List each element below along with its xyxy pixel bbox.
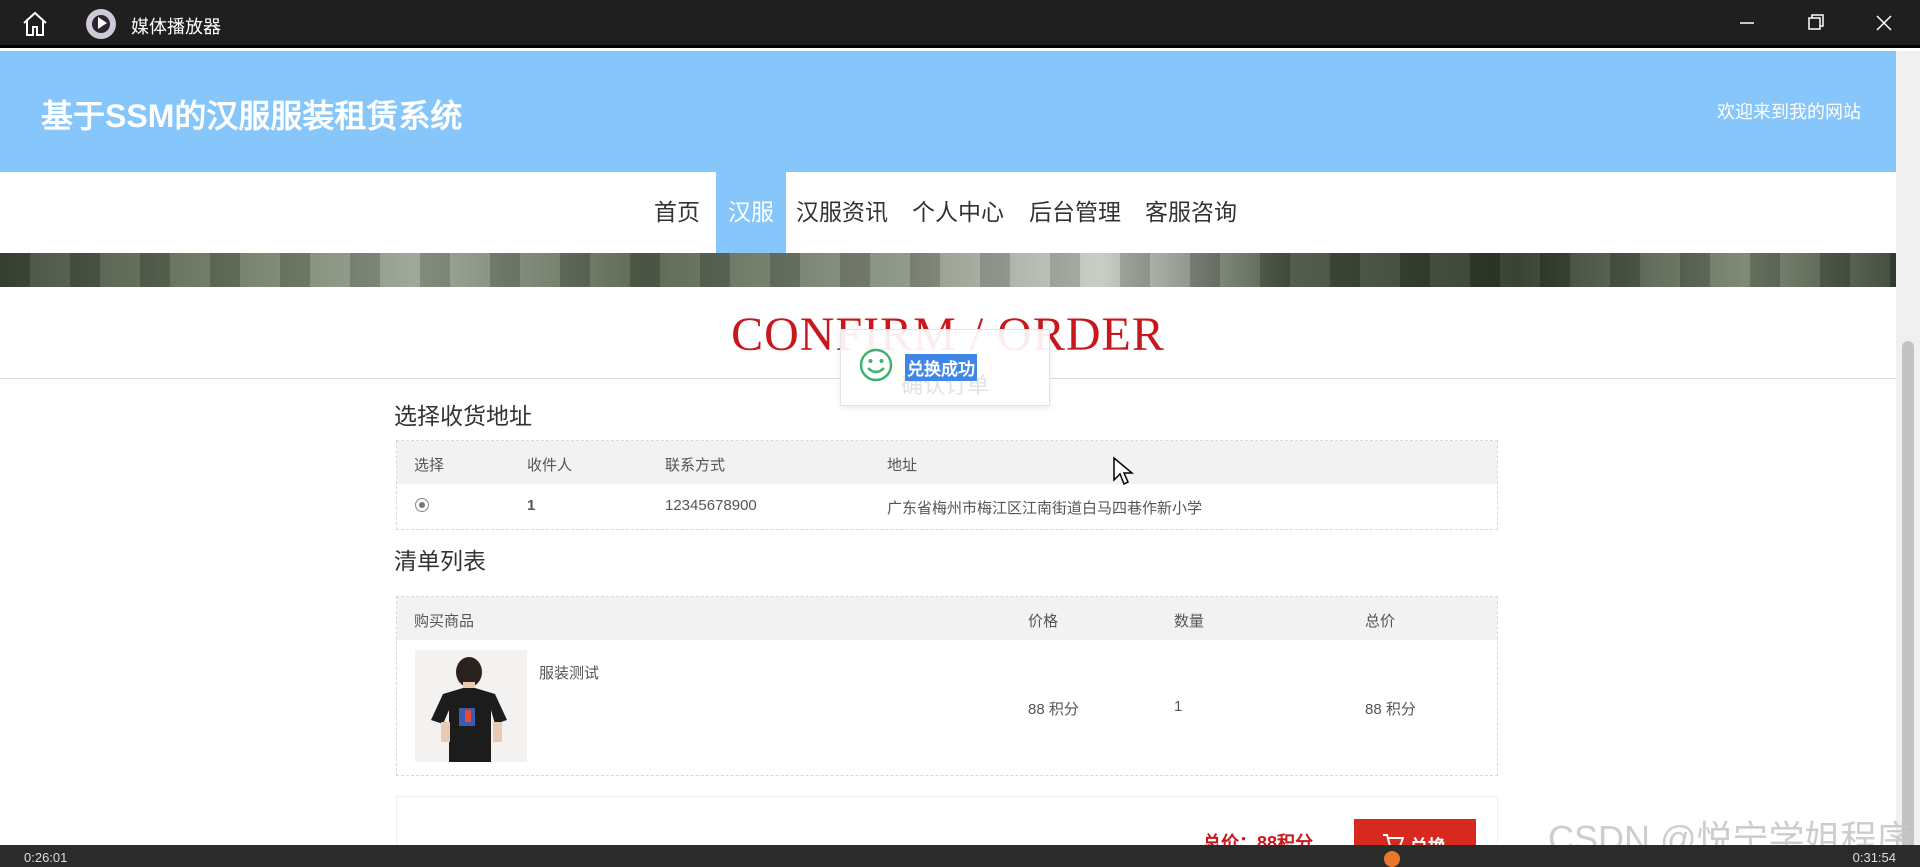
mouse-cursor-icon [1113, 456, 1134, 486]
price-cell: 88 积分 [1028, 701, 1079, 718]
window-title: 媒体播放器 [131, 17, 221, 37]
header-price: 价格 [1028, 613, 1059, 630]
success-toast: 确认订单 兑换成功 [840, 329, 1050, 406]
site-title: 基于SSM的汉服服装租赁系统 [41, 98, 463, 134]
nav-item-admin[interactable]: 后台管理 [1027, 172, 1123, 253]
header-total: 总价 [1365, 613, 1396, 630]
product-name[interactable]: 服装测试 [539, 662, 599, 683]
list-section-title: 清单列表 [394, 548, 486, 574]
order-items-table: 购买商品 价格 数量 总价 服装测试 88 积分 1 88 积分 [396, 596, 1498, 776]
welcome-text: 欢迎来到我的网站 [1717, 102, 1861, 122]
header-address: 地址 [887, 457, 918, 474]
total-time: 0:31:54 [1852, 850, 1896, 865]
play-icon [98, 17, 107, 29]
nav-item-news[interactable]: 汉服资讯 [794, 172, 890, 253]
close-button[interactable] [1850, 0, 1916, 46]
player-seek-bar[interactable]: 0:26:01 0:31:54 [0, 845, 1920, 867]
minimize-button[interactable] [1713, 0, 1779, 46]
nav-item-support[interactable]: 客服咨询 [1143, 172, 1239, 253]
address-section-title: 选择收货地址 [394, 403, 532, 429]
nav-item-home[interactable]: 首页 [648, 172, 706, 253]
scrollbar-thumb[interactable] [1902, 341, 1914, 861]
product-image[interactable] [415, 650, 527, 762]
address-table-header: 选择 收件人 联系方式 地址 [397, 441, 1497, 484]
header-select: 选择 [414, 457, 445, 474]
home-icon[interactable] [20, 10, 50, 38]
web-page: 基于SSM的汉服服装租赁系统 欢迎来到我的网站 首页 汉服 汉服资讯 个人中心 … [0, 51, 1896, 867]
quantity-cell: 1 [1174, 698, 1183, 715]
window-titlebar: 媒体播放器 [0, 0, 1920, 48]
site-header: 基于SSM的汉服服装租赁系统 欢迎来到我的网站 [0, 51, 1896, 172]
nav-item-hanfu[interactable]: 汉服 [716, 172, 786, 253]
address-cell: 广东省梅州市梅江区江南街道白马四巷作新小学 [887, 500, 1203, 517]
table-row[interactable]: 1 12345678900 广东省梅州市梅江区江南街道白马四巷作新小学 [397, 484, 1497, 529]
total-cell: 88 积分 [1365, 701, 1416, 718]
seek-knob[interactable] [1384, 851, 1400, 867]
header-recipient: 收件人 [527, 457, 573, 474]
address-radio[interactable] [415, 498, 429, 512]
page-scrollbar[interactable] [1896, 51, 1920, 867]
header-phone: 联系方式 [665, 457, 726, 474]
header-quantity: 数量 [1174, 613, 1205, 630]
table-row: 服装测试 88 积分 1 88 积分 [397, 640, 1497, 775]
banner-image [0, 253, 1896, 287]
elapsed-time: 0:26:01 [24, 850, 68, 865]
header-product: 购买商品 [414, 613, 475, 630]
smiley-icon [859, 348, 893, 382]
phone-cell: 12345678900 [665, 497, 757, 514]
items-table-header: 购买商品 价格 数量 总价 [397, 597, 1497, 640]
toast-message: 兑换成功 [905, 354, 977, 381]
recipient-cell: 1 [527, 497, 536, 514]
address-table: 选择 收件人 联系方式 地址 1 12345678900 广东省梅州市梅江区江南… [396, 440, 1498, 530]
nav-item-profile[interactable]: 个人中心 [910, 172, 1006, 253]
main-nav: 首页 汉服 汉服资讯 个人中心 后台管理 客服咨询 [0, 172, 1896, 253]
restore-button[interactable] [1782, 0, 1848, 46]
